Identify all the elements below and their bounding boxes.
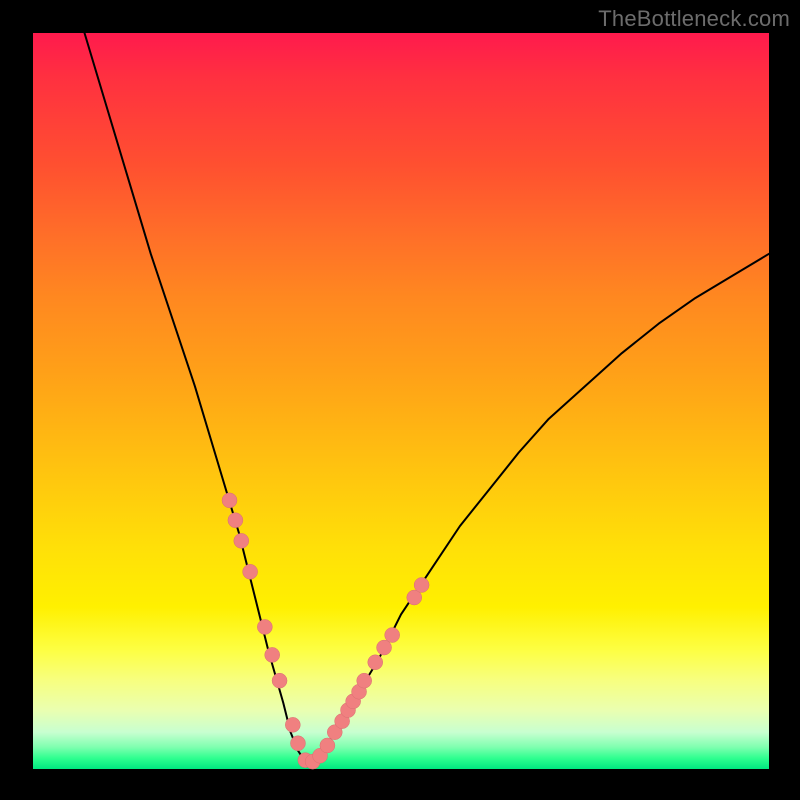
chart-overlay [33, 33, 769, 769]
highlight-dot [320, 738, 335, 753]
highlight-dot [414, 578, 429, 593]
highlight-dot [385, 628, 400, 643]
highlight-dot [272, 673, 287, 688]
highlight-dot [228, 513, 243, 528]
highlight-dot [234, 533, 249, 548]
highlight-dot [265, 647, 280, 662]
highlight-dot [377, 640, 392, 655]
highlight-dot [257, 619, 272, 634]
chart-frame: TheBottleneck.com [0, 0, 800, 800]
highlight-dot [285, 717, 300, 732]
watermark: TheBottleneck.com [598, 6, 790, 32]
highlight-dot [357, 673, 372, 688]
highlight-dot [368, 655, 383, 670]
highlight-dot [290, 736, 305, 751]
highlight-dot [243, 564, 258, 579]
highlight-dot [222, 493, 237, 508]
bottleneck-curve [85, 33, 769, 762]
